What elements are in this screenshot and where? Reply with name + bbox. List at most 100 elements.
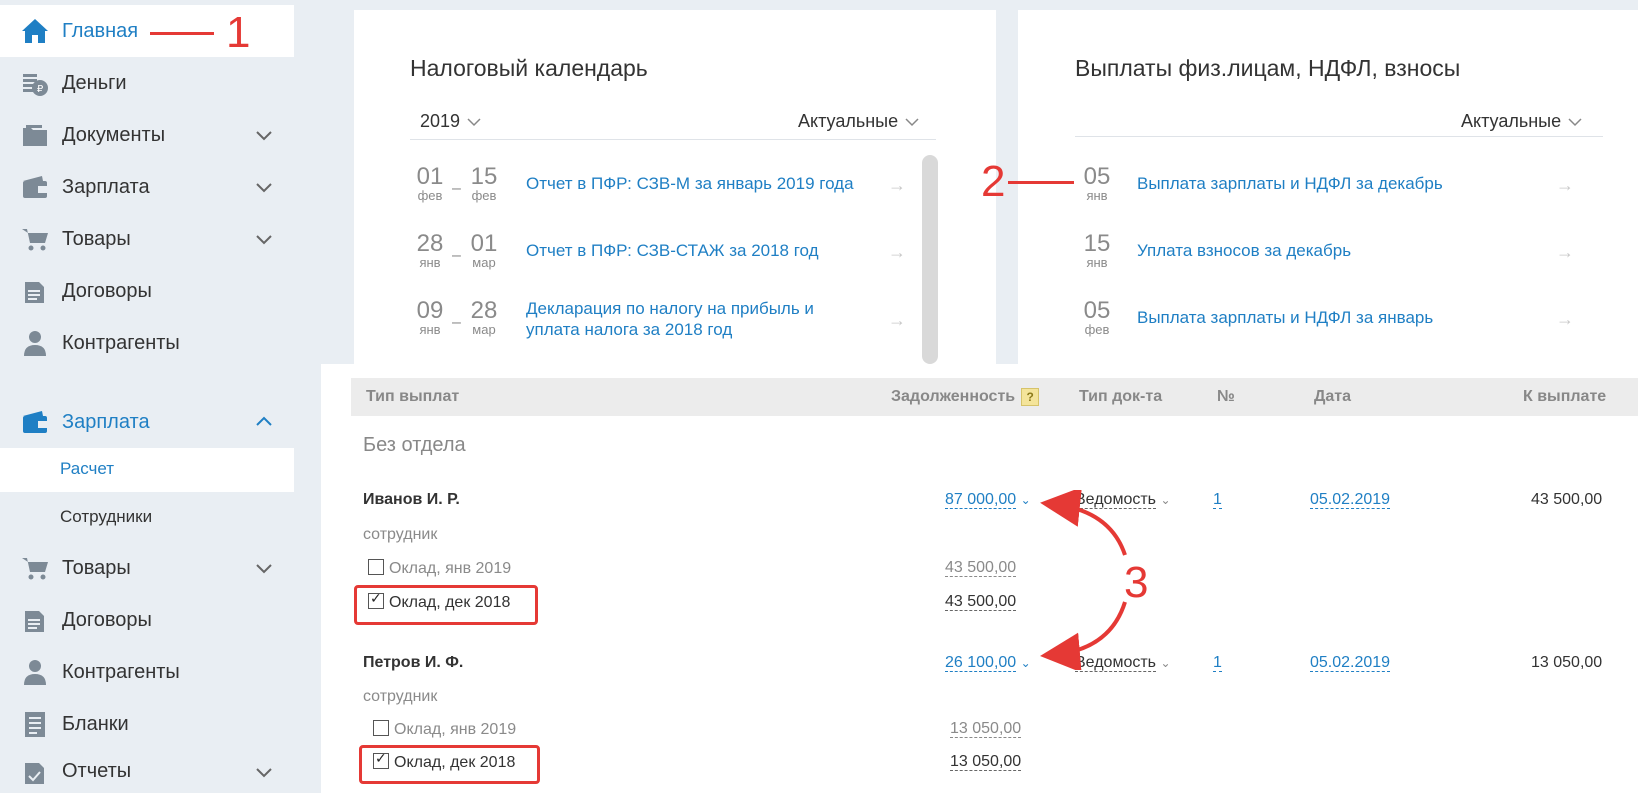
item-amount[interactable]: 13 050,00: [950, 720, 1022, 738]
money-icon: ₽: [23, 74, 48, 96]
sidebar-subitem-employees[interactable]: Сотрудники: [0, 496, 294, 540]
tax-event-link[interactable]: Декларация по налогу на прибыль и уплата…: [526, 298, 856, 340]
debt-dropdown[interactable]: 87 000,00 ⌄: [945, 491, 1031, 509]
checkbox-checked[interactable]: [368, 590, 384, 609]
col-header-to-pay[interactable]: К выплате: [1523, 388, 1606, 406]
annotation-line-1: [150, 32, 214, 35]
chevron-up-icon[interactable]: [252, 410, 276, 434]
col-header-type[interactable]: Тип выплат: [366, 388, 459, 406]
col-header-date[interactable]: Дата: [1314, 388, 1351, 406]
sidebar-item-reports[interactable]: Отчеты: [0, 750, 321, 793]
chevron-down-icon[interactable]: [252, 556, 276, 580]
arrow-right-icon[interactable]: →: [888, 242, 906, 263]
checkbox[interactable]: [373, 720, 389, 736]
tax-calendar-title: Налоговый календарь: [410, 55, 648, 81]
doc-date[interactable]: 05.02.2019: [1310, 491, 1391, 509]
employee-role: сотрудник: [363, 688, 438, 705]
sidebar-subitem-calc[interactable]: Расчет: [0, 448, 294, 492]
payment-event-link[interactable]: Уплата взносов за декабрь: [1137, 240, 1517, 261]
tax-filter-select[interactable]: Актуальные: [798, 111, 920, 132]
doc-number[interactable]: 1: [1213, 491, 1222, 509]
annotation-arrows-3: [1040, 490, 1127, 670]
cart-icon: [22, 229, 48, 251]
person-icon: [24, 331, 46, 356]
chevron-down-icon: [905, 117, 919, 126]
arrow-right-icon[interactable]: →: [888, 310, 906, 331]
svg-text:₽: ₽: [37, 84, 44, 95]
payment-item[interactable]: Оклад, янв 2019: [368, 559, 511, 578]
forms-icon: [25, 712, 45, 737]
table-header: Тип выплат Задолженность? Тип док-та № Д…: [351, 378, 1638, 416]
chevron-down-icon[interactable]: [252, 123, 276, 147]
col-header-debt[interactable]: Задолженность?: [891, 388, 1040, 406]
payment-date: 05 янв: [1083, 163, 1111, 203]
sidebar-item-goods[interactable]: Товары: [0, 542, 321, 594]
item-amount[interactable]: 43 500,00: [945, 593, 1017, 611]
sidebar-item-label: Контрагенты: [62, 331, 180, 354]
checkbox-checked[interactable]: [373, 750, 389, 769]
col-header-number[interactable]: №: [1217, 388, 1235, 406]
arrow-right-icon[interactable]: →: [888, 175, 906, 196]
arrow-right-icon[interactable]: →: [1556, 309, 1574, 330]
sidebar-item-forms[interactable]: Бланки: [0, 698, 321, 750]
sidebar-section-salary[interactable]: Зарплата: [0, 396, 321, 448]
item-amount[interactable]: 43 500,00: [945, 559, 1017, 577]
sidebar-item-label: Договоры: [62, 279, 152, 302]
reports-icon: [25, 762, 44, 784]
payment-event-link[interactable]: Выплата зарплаты и НДФЛ за декабрь: [1137, 173, 1517, 194]
cart-icon: [22, 558, 48, 580]
document-icon: [25, 611, 44, 632]
payment-date: 05 фев: [1083, 297, 1111, 337]
sidebar-item-money[interactable]: ₽ Деньги: [0, 57, 294, 109]
doc-date[interactable]: 05.02.2019: [1310, 654, 1391, 672]
annotation-line-2: [1008, 181, 1074, 184]
payment-item[interactable]: Оклад, дек 2018: [368, 590, 510, 612]
year-select[interactable]: 2019: [420, 111, 482, 132]
sidebar-item-salary[interactable]: Зарплата: [0, 161, 294, 213]
sidebar-item-counterparties[interactable]: Контрагенты: [0, 317, 294, 369]
sidebar-item-contracts[interactable]: Договоры: [0, 594, 321, 646]
help-icon[interactable]: ?: [1021, 388, 1040, 406]
sidebar-item-label: Главная: [62, 19, 139, 42]
sidebar-item-label: Зарплата: [62, 410, 150, 433]
col-header-doc-type[interactable]: Тип док-та: [1079, 388, 1162, 406]
wallet-icon: [23, 176, 47, 198]
tax-event-link[interactable]: Отчет в ПФР: СЗВ-СТАЖ за 2018 год: [526, 240, 886, 261]
sidebar-item-label: Контрагенты: [62, 660, 180, 683]
sidebar-item-label: Документы: [62, 123, 166, 146]
chevron-down-icon[interactable]: [252, 175, 276, 199]
arrow-right-icon[interactable]: →: [1556, 175, 1574, 196]
tax-event-link[interactable]: Отчет в ПФР: СЗВ-М за январь 2019 года: [526, 173, 886, 194]
arrow-right-icon[interactable]: →: [1556, 242, 1574, 263]
payment-event-link[interactable]: Выплата зарплаты и НДФЛ за январь: [1137, 307, 1517, 328]
sidebar-item-goods[interactable]: Товары: [0, 213, 294, 265]
payments-title: Выплаты физ.лицам, НДФЛ, взносы: [1075, 55, 1461, 81]
scrollbar[interactable]: [922, 155, 938, 364]
event-start-date: 09 янв: [416, 297, 444, 337]
employee-role: сотрудник: [363, 526, 438, 543]
checkbox[interactable]: [368, 559, 384, 575]
sidebar-item-documents[interactable]: Документы: [0, 109, 294, 161]
chevron-down-icon[interactable]: [252, 227, 276, 251]
event-end-date: 28 мар: [470, 297, 498, 337]
sidebar-item-label: Товары: [62, 227, 131, 250]
payment-item[interactable]: Оклад, дек 2018: [373, 750, 515, 772]
year-select-value: 2019: [420, 111, 461, 131]
chevron-down-icon[interactable]: [252, 760, 276, 784]
group-title: Без отдела: [363, 434, 466, 456]
payments-filter-select[interactable]: Актуальные: [1461, 111, 1583, 132]
doc-number[interactable]: 1: [1213, 654, 1222, 672]
sidebar-item-contracts[interactable]: Договоры: [0, 265, 294, 317]
amount-to-pay: 13 050,00: [1531, 654, 1603, 671]
item-amount[interactable]: 13 050,00: [950, 753, 1022, 771]
event-end-date: 01 мар: [470, 230, 498, 270]
sidebar-item-label: Деньги: [62, 71, 127, 94]
event-end-date: 15 фев: [470, 163, 498, 203]
sidebar-item-counterparties[interactable]: Контрагенты: [0, 646, 321, 698]
document-icon: [25, 282, 44, 303]
debt-dropdown[interactable]: 26 100,00 ⌄: [945, 654, 1031, 672]
payment-item[interactable]: Оклад, янв 2019: [373, 720, 516, 739]
tax-filter-value: Актуальные: [798, 111, 899, 131]
date-separator: –: [452, 314, 461, 331]
chevron-down-icon: [467, 117, 481, 126]
